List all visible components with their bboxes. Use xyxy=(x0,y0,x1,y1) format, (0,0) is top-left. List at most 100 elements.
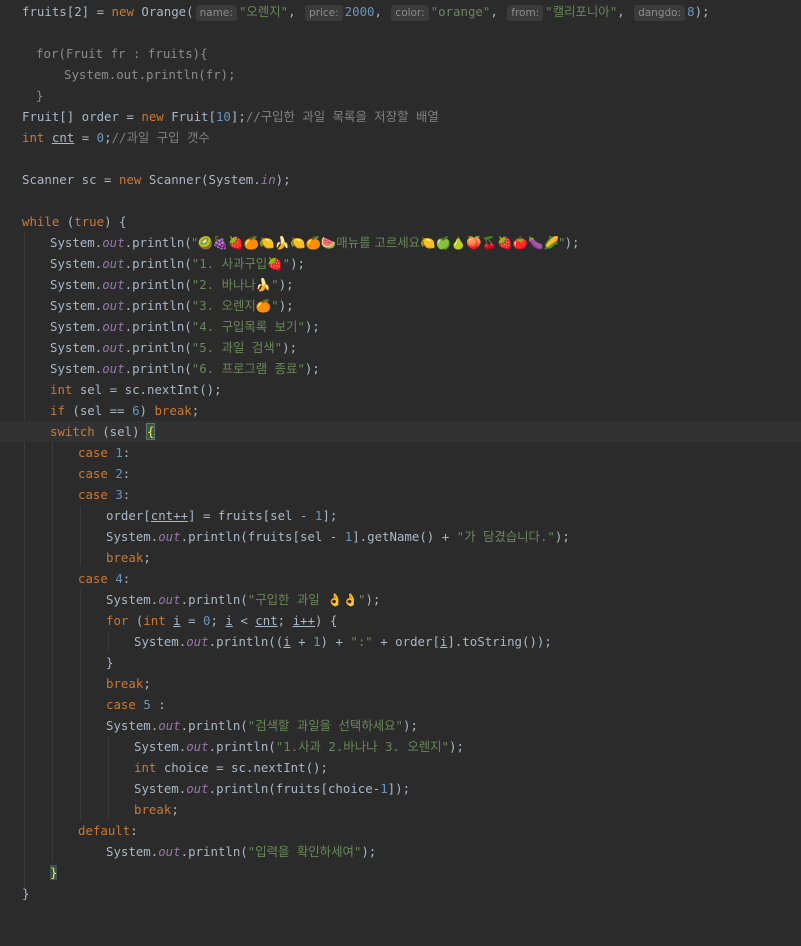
code-line[interactable]: } xyxy=(0,862,801,883)
code-line[interactable]: } xyxy=(0,85,801,106)
code-line[interactable]: break; xyxy=(0,547,801,568)
code-text: choice = sc.nextInt(); xyxy=(156,760,328,775)
keyword-break: break xyxy=(106,676,144,691)
code-line[interactable]: System.out.println("입력을 확인하세여"); xyxy=(0,841,801,862)
code-line[interactable]: int cnt = 0;//과일 구입 갯수 xyxy=(0,127,801,148)
code-text: (sel) xyxy=(94,424,147,439)
code-line[interactable]: System.out.println("6. 프로그램 종료"); xyxy=(0,358,801,379)
code-line[interactable]: int choice = sc.nextInt(); xyxy=(0,757,801,778)
keyword-int: int xyxy=(143,613,166,628)
code-line[interactable]: System.out.println("5. 과일 검색"); xyxy=(0,337,801,358)
variable-i: i xyxy=(173,613,181,628)
matched-brace: } xyxy=(50,865,58,880)
code-line[interactable]: System.out.println("검색할 과일을 선택하세요"); xyxy=(0,715,801,736)
code-text: } xyxy=(22,886,30,901)
code-comment: //과일 구입 갯수 xyxy=(111,130,210,145)
code-text: ); xyxy=(554,529,570,544)
code-line[interactable]: System.out.println(fr); xyxy=(0,64,801,85)
param-hint-price: price: xyxy=(304,5,343,21)
code-line[interactable]: System.out.println("1.사과 2.바나나 3. 오렌지"); xyxy=(0,736,801,757)
keyword-true: true xyxy=(74,214,105,229)
code-text: ) + xyxy=(320,634,351,649)
code-line[interactable]: Fruit[] order = new Fruit[10];//구입한 과일 목… xyxy=(0,106,801,127)
code-line[interactable]: order[cnt++] = fruits[sel - 1]; xyxy=(0,505,801,526)
number-literal: 2000 xyxy=(344,4,375,19)
code-line[interactable]: break; xyxy=(0,673,801,694)
code-text: ) xyxy=(139,403,155,418)
code-line[interactable]: case 3: xyxy=(0,484,801,505)
keyword-new: new xyxy=(111,4,134,19)
code-line[interactable]: } xyxy=(0,883,801,904)
code-text: ] = fruits[sel - xyxy=(188,508,315,523)
code-text: } xyxy=(36,88,44,103)
code-text: System. xyxy=(106,844,159,859)
code-text: ( xyxy=(59,214,75,229)
string-literal: "3. 오렌지🍊" xyxy=(191,298,279,313)
keyword-new: new xyxy=(118,172,142,187)
code-line[interactable]: for(Fruit fr : fruits){ xyxy=(0,43,801,64)
string-literal: "가 담겼습니다." xyxy=(456,529,555,544)
code-text: : xyxy=(130,823,138,838)
code-text: Scanner(System. xyxy=(141,172,261,187)
code-line[interactable]: if (sel == 6) break; xyxy=(0,400,801,421)
keyword-case: case xyxy=(78,466,108,481)
code-text: ; xyxy=(143,550,151,565)
code-text: = xyxy=(180,613,204,628)
code-text: System. xyxy=(50,235,103,250)
code-line[interactable]: System.out.println((i + 1) + ":" + order… xyxy=(0,631,801,652)
code-text: Scanner sc = xyxy=(22,172,119,187)
code-text: ) { xyxy=(314,613,338,628)
number-literal: 5 xyxy=(143,697,151,712)
code-line[interactable]: default: xyxy=(0,820,801,841)
code-line[interactable]: for (int i = 0; i < cnt; i++) { xyxy=(0,610,801,631)
keyword-int: int xyxy=(134,760,157,775)
string-literal: "검색할 과일을 선택하세요" xyxy=(247,718,403,733)
code-text: Orange( xyxy=(133,4,194,19)
code-line[interactable]: System.out.println("3. 오렌지🍊"); xyxy=(0,295,801,316)
code-text: .println(( xyxy=(208,634,284,649)
string-literal: "1. 사과구입🍓" xyxy=(191,256,291,271)
param-hint-color: color: xyxy=(391,5,429,21)
code-line[interactable]: case 2: xyxy=(0,463,801,484)
code-line[interactable]: System.out.println("1. 사과구입🍓"); xyxy=(0,253,801,274)
variable-cnt: cnt xyxy=(51,130,75,145)
code-line[interactable]: int sel = sc.nextInt(); xyxy=(0,379,801,400)
code-text: + order[ xyxy=(372,634,440,649)
code-line[interactable]: break; xyxy=(0,799,801,820)
code-text: , xyxy=(490,4,506,19)
code-text: .println( xyxy=(180,844,248,859)
code-line[interactable]: fruits[2] = new Orange(name: "오렌지", price… xyxy=(0,1,801,22)
code-text: ); xyxy=(275,172,291,187)
code-line[interactable]: case 4: xyxy=(0,568,801,589)
code-text: .println( xyxy=(124,298,192,313)
code-text: ); xyxy=(564,235,580,250)
code-line[interactable]: System.out.println("4. 구입목록 보기"); xyxy=(0,316,801,337)
code-line[interactable]: System.out.println(fruits[choice-1]); xyxy=(0,778,801,799)
static-field: out xyxy=(158,529,181,544)
string-literal: "6. 프로그램 종료" xyxy=(191,361,305,376)
code-line-current[interactable]: switch (sel) { xyxy=(0,421,801,442)
variable-cnt: cnt xyxy=(255,613,278,628)
string-literal: "5. 과일 검색" xyxy=(191,340,283,355)
code-line[interactable]: System.out.println("🥝🍇🍓🍊🍋🍌🍋🍊🍉매뉴를 고르세요🍋🍏🍐… xyxy=(0,232,801,253)
code-line[interactable]: System.out.println("구입한 과일 👌👌"); xyxy=(0,589,801,610)
number-literal: 0 xyxy=(96,130,105,145)
code-editor[interactable]: fruits[2] = new Orange(name: "오렌지", price… xyxy=(0,0,801,906)
string-literal: "4. 구입목록 보기" xyxy=(191,319,305,334)
string-literal: "구입한 과일 👌👌" xyxy=(247,592,366,607)
code-text: .println( xyxy=(180,592,248,607)
code-text: ( xyxy=(128,613,144,628)
code-line[interactable]: } xyxy=(0,652,801,673)
code-line[interactable]: System.out.println("2. 바나나🍌"); xyxy=(0,274,801,295)
code-line[interactable]: Scanner sc = new Scanner(System.in); xyxy=(0,169,801,190)
code-line[interactable]: System.out.println(fruits[sel - 1].getNa… xyxy=(0,526,801,547)
number-literal: 1 xyxy=(380,781,388,796)
code-text: , xyxy=(288,4,303,19)
code-line[interactable]: while (true) { xyxy=(0,211,801,232)
number-literal: 4 xyxy=(115,571,123,586)
code-comment: //구입한 과일 목록을 저장할 배열 xyxy=(245,109,439,124)
code-line[interactable]: case 5 : xyxy=(0,694,801,715)
code-line[interactable]: case 1: xyxy=(0,442,801,463)
string-literal: "오렌지" xyxy=(238,4,289,19)
param-hint-dangdo: dangdo: xyxy=(634,5,686,21)
